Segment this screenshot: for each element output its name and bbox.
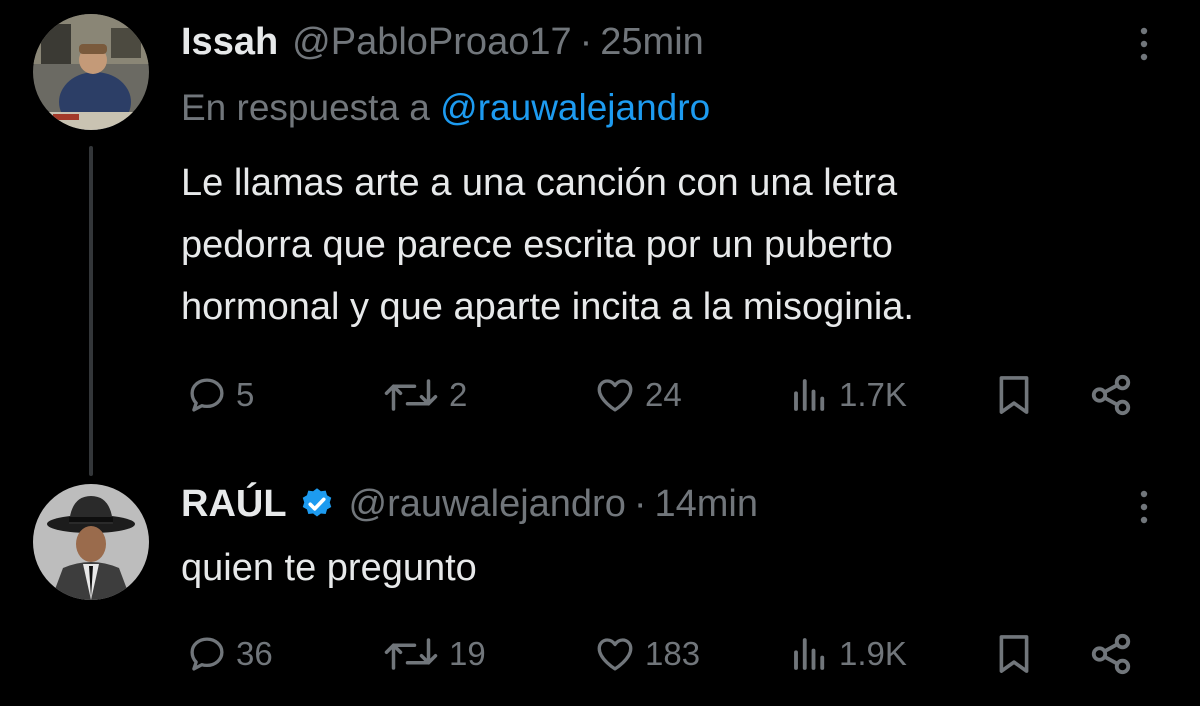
tweet-actions: 36 19 183 1.9K <box>181 629 1141 679</box>
views-count: 1.9K <box>839 635 907 672</box>
tweet-text: quien te pregunto <box>181 537 477 599</box>
views-count: 1.7K <box>839 376 907 413</box>
tweet-header: RAÚL @rauwalejandro · 14min <box>181 482 758 526</box>
share-icon <box>1091 633 1131 675</box>
more-vertical-icon[interactable] <box>1138 489 1150 525</box>
share-icon <box>1091 374 1131 416</box>
reply-button[interactable]: 5 <box>186 370 254 420</box>
replying-to: En respuesta a @rauwalejandro <box>181 86 710 130</box>
like-button[interactable]: 183 <box>593 629 700 679</box>
tweet-header: Issah @PabloProao17 · 25min <box>181 20 704 64</box>
heart-icon <box>597 638 633 671</box>
bookmark-icon <box>999 376 1029 414</box>
avatar-issah-image <box>33 14 149 130</box>
like-count: 24 <box>645 376 682 413</box>
like-count: 183 <box>645 635 701 672</box>
views-button[interactable]: 1.9K <box>789 629 907 679</box>
share-button[interactable] <box>1088 629 1134 679</box>
reply-count: 36 <box>236 635 273 672</box>
like-button[interactable]: 24 <box>593 370 682 420</box>
separator-dot: · <box>579 21 593 63</box>
views-button[interactable]: 1.7K <box>789 370 907 420</box>
share-button[interactable] <box>1088 370 1134 420</box>
bookmark-button[interactable] <box>996 370 1032 420</box>
comment-bubble-icon <box>190 637 224 671</box>
reply-count: 5 <box>236 376 255 413</box>
timestamp[interactable]: 25min <box>600 20 704 64</box>
tweet-actions: 5 2 24 1.7K <box>181 370 1141 420</box>
avatar-issah[interactable] <box>33 14 149 130</box>
repost-arrows-icon <box>384 379 438 411</box>
tweet-text: Le llamas arte a una canción con una let… <box>181 152 914 338</box>
repost-button[interactable]: 2 <box>381 370 467 420</box>
author-handle[interactable]: @PabloProao17 <box>292 20 571 64</box>
tweet-issah[interactable]: Issah @PabloProao17 · 25min En respuesta… <box>0 0 1200 476</box>
comment-bubble-icon <box>190 378 224 412</box>
avatar-raul-image <box>33 484 149 600</box>
tweet-raul[interactable]: RAÚL @rauwalejandro · 14min quien te pre… <box>0 460 1200 706</box>
repost-count: 2 <box>449 376 468 413</box>
repost-button[interactable]: 19 <box>381 629 486 679</box>
repost-count: 19 <box>449 635 486 672</box>
bar-chart-icon <box>794 379 825 411</box>
bookmark-icon <box>999 635 1029 673</box>
tweet-text-line: Le llamas arte a una canción con una let… <box>181 162 898 204</box>
replying-to-label: En respuesta a <box>181 87 430 128</box>
tweet-text-line: hormonal y que aparte incita a la misogi… <box>181 286 914 328</box>
bookmark-button[interactable] <box>996 629 1032 679</box>
tweet-text-line: quien te pregunto <box>181 547 477 589</box>
replying-to-mention[interactable]: @rauwalejandro <box>440 87 710 128</box>
verified-badge-icon <box>299 486 335 522</box>
author-handle[interactable]: @rauwalejandro <box>349 482 626 526</box>
author-name[interactable]: RAÚL <box>181 482 287 526</box>
avatar-raul[interactable] <box>33 484 149 600</box>
repost-arrows-icon <box>384 638 438 670</box>
tweet-text-line: pedorra que parece escrita por un pubert… <box>181 224 893 266</box>
reply-button[interactable]: 36 <box>186 629 273 679</box>
thread-connector-line <box>89 146 93 476</box>
more-vertical-icon[interactable] <box>1138 26 1150 62</box>
author-name[interactable]: Issah <box>181 20 278 64</box>
bar-chart-icon <box>794 638 825 670</box>
heart-icon <box>597 379 633 412</box>
timestamp[interactable]: 14min <box>654 482 758 526</box>
separator-dot: · <box>633 483 647 525</box>
